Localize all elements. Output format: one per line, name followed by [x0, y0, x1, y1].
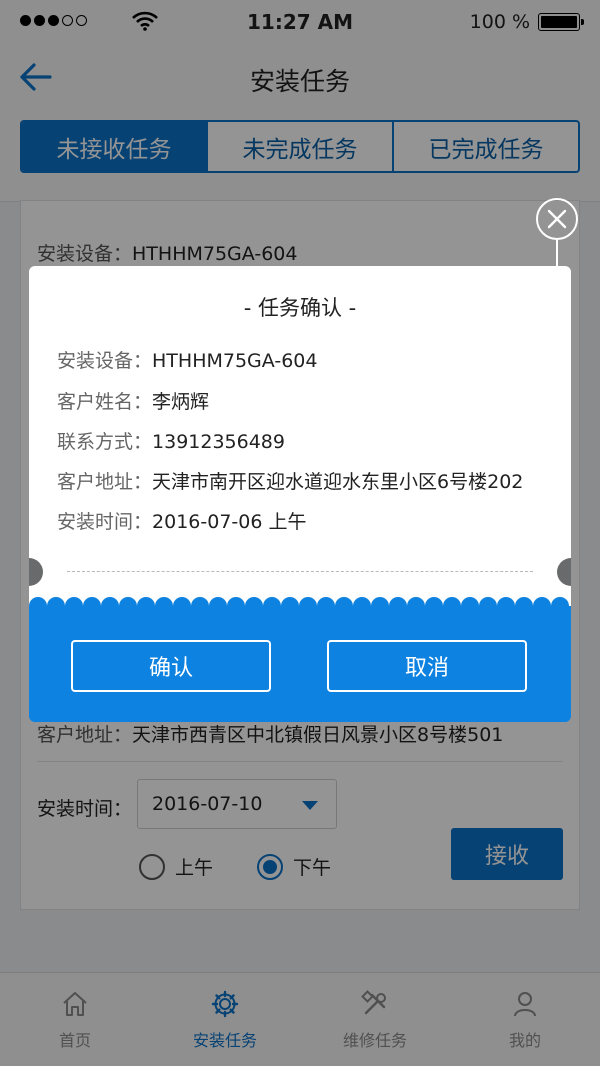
dialog-row-value: HTHHM75GA-604 — [152, 350, 318, 372]
dialog-row-address: 客户地址：天津市南开区迎水道迎水东里小区6号楼202 — [57, 467, 523, 494]
wave-divider — [29, 597, 571, 612]
confirm-button[interactable]: 确认 — [71, 640, 271, 692]
cancel-button[interactable]: 取消 — [327, 640, 527, 692]
dialog-title: - 任务确认 - — [243, 296, 357, 320]
dialog-row-customer-name: 客户姓名：李炳辉 — [57, 387, 209, 414]
dialog-row-value: 13912356489 — [152, 431, 285, 453]
dialog-row-label: 客户地址： — [57, 471, 153, 493]
close-connector-line — [556, 240, 558, 268]
dialog-row-phone: 联系方式：13912356489 — [57, 427, 285, 454]
dialog-row-device: 安装设备：HTHHM75GA-604 — [57, 346, 317, 373]
dialog-row-label: 安装设备： — [57, 350, 153, 372]
dialog-row-value: 天津市南开区迎水道迎水东里小区6号楼202 — [152, 471, 524, 493]
dialog-row-install-time: 安装时间：2016-07-06 上午 — [57, 507, 306, 534]
dialog-row-label: 安装时间： — [57, 511, 153, 533]
task-confirm-dialog: - 任务确认 - 安装设备：HTHHM75GA-604 客户姓名：李炳辉 联系方… — [29, 266, 571, 722]
dialog-row-label: 客户姓名： — [57, 391, 153, 413]
dashed-divider — [67, 571, 533, 572]
dialog-row-label: 联系方式： — [57, 431, 153, 453]
close-icon[interactable] — [535, 197, 579, 241]
dialog-row-value: 李炳辉 — [152, 391, 210, 413]
dialog-row-value: 2016-07-06 上午 — [152, 511, 307, 533]
